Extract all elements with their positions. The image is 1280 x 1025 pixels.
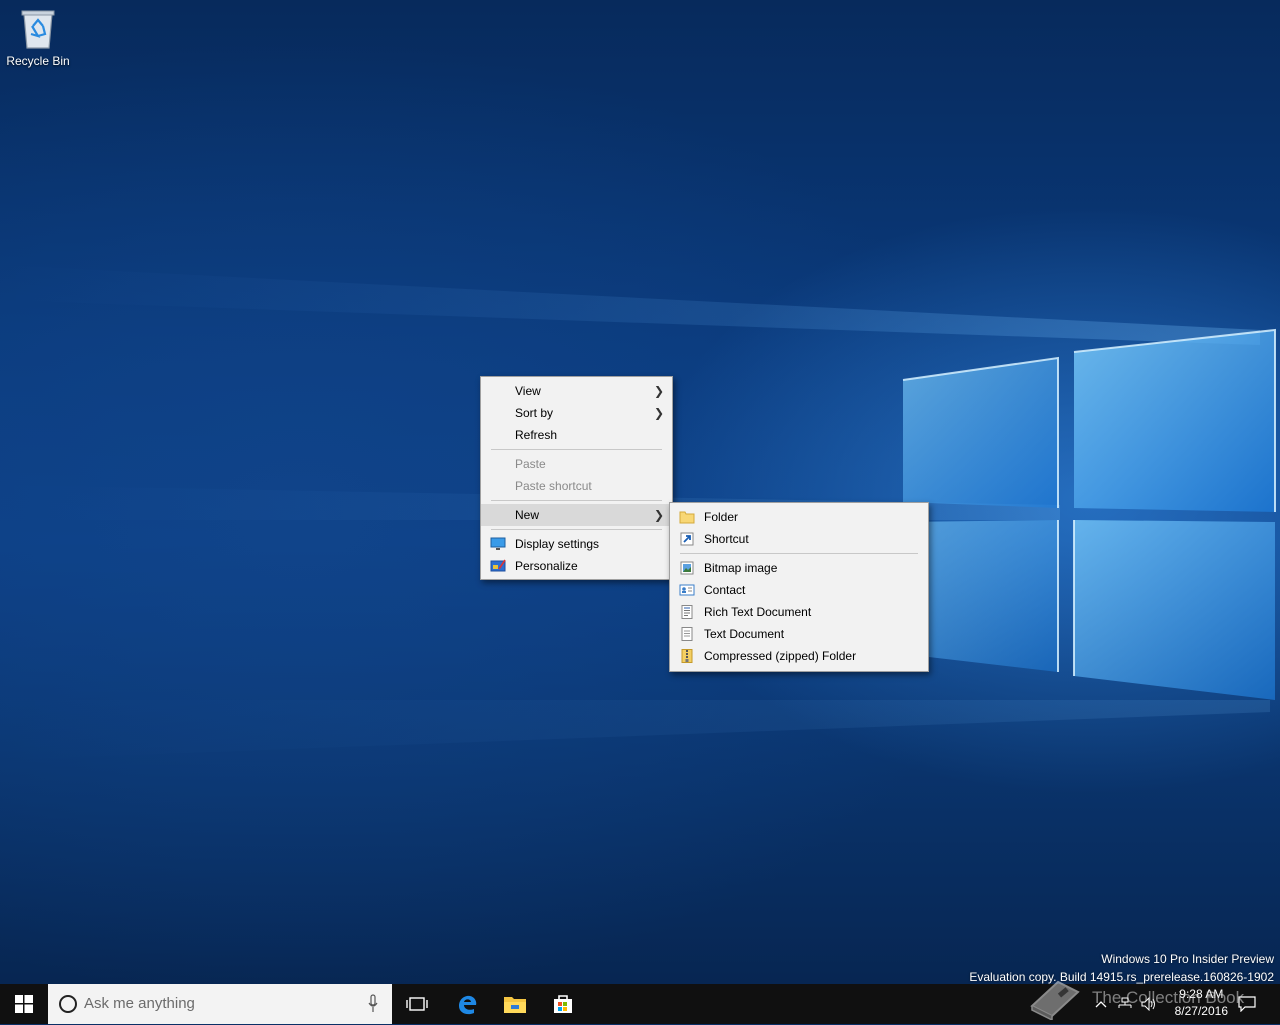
menu-item-label: Shortcut bbox=[704, 532, 749, 546]
zip-folder-icon bbox=[681, 649, 693, 663]
new-submenu: Folder Shortcut Bitmap image Contact Ric… bbox=[669, 502, 929, 672]
menu-separator bbox=[491, 449, 662, 450]
chevron-right-icon: ❯ bbox=[653, 406, 664, 420]
rich-text-icon bbox=[681, 605, 693, 619]
bitmap-icon bbox=[680, 561, 694, 575]
menu-separator bbox=[491, 529, 662, 530]
menu-item-new-contact[interactable]: Contact bbox=[670, 579, 928, 601]
book-icon bbox=[1030, 980, 1080, 1022]
menu-item-label: Rich Text Document bbox=[704, 605, 812, 619]
file-explorer-icon bbox=[504, 997, 526, 1013]
menu-item-label: Folder bbox=[704, 510, 739, 524]
menu-separator bbox=[491, 500, 662, 501]
recycle-bin-shortcut[interactable]: Recycle Bin bbox=[2, 6, 74, 68]
shortcut-icon bbox=[680, 532, 694, 546]
menu-item-paste: Paste bbox=[481, 453, 672, 475]
chevron-right-icon: ❯ bbox=[653, 508, 664, 522]
menu-item-label: Personalize bbox=[515, 559, 578, 573]
menu-item-new[interactable]: New ❯ bbox=[481, 504, 672, 526]
menu-item-refresh[interactable]: Refresh bbox=[481, 424, 672, 446]
menu-item-new-text-document[interactable]: Text Document bbox=[670, 623, 928, 645]
desktop-background[interactable]: Recycle Bin View ❯ Sort by ❯ Refresh Pas… bbox=[0, 0, 1280, 984]
store-taskbar-button[interactable] bbox=[540, 984, 586, 1024]
cortana-icon bbox=[59, 995, 77, 1013]
menu-item-new-bitmap[interactable]: Bitmap image bbox=[670, 557, 928, 579]
desktop-context-menu: View ❯ Sort by ❯ Refresh Paste Paste sho… bbox=[480, 376, 673, 580]
menu-item-label: Text Document bbox=[704, 627, 785, 641]
menu-item-label: Sort by bbox=[515, 406, 554, 420]
recycle-bin-label: Recycle Bin bbox=[6, 54, 70, 68]
menu-item-label: Compressed (zipped) Folder bbox=[704, 649, 857, 663]
menu-item-paste-shortcut: Paste shortcut bbox=[481, 475, 672, 497]
menu-item-label: Paste bbox=[515, 457, 546, 471]
menu-item-label: Contact bbox=[704, 583, 746, 597]
task-view-icon bbox=[406, 997, 428, 1011]
menu-item-label: Paste shortcut bbox=[515, 479, 592, 493]
store-bag-icon bbox=[554, 995, 572, 1013]
menu-item-new-zip-folder[interactable]: Compressed (zipped) Folder bbox=[670, 645, 928, 667]
menu-item-sort-by[interactable]: Sort by ❯ bbox=[481, 402, 672, 424]
menu-item-new-shortcut[interactable]: Shortcut bbox=[670, 528, 928, 550]
menu-item-new-folder[interactable]: Folder bbox=[670, 506, 928, 528]
menu-separator bbox=[680, 553, 918, 554]
menu-item-label: Display settings bbox=[515, 537, 600, 551]
menu-item-personalize[interactable]: Personalize bbox=[481, 555, 672, 577]
folder-icon bbox=[679, 511, 695, 524]
windows-logo-icon bbox=[15, 995, 33, 1013]
menu-item-display-settings[interactable]: Display settings bbox=[481, 533, 672, 555]
menu-item-view[interactable]: View ❯ bbox=[481, 380, 672, 402]
edge-taskbar-button[interactable] bbox=[444, 984, 490, 1024]
task-view-button[interactable] bbox=[394, 984, 440, 1024]
menu-item-label: Bitmap image bbox=[704, 561, 778, 575]
contact-icon bbox=[679, 584, 695, 596]
watermark-edition: Windows 10 Pro Insider Preview bbox=[1101, 952, 1274, 966]
personalize-icon bbox=[490, 559, 506, 572]
edge-browser-icon bbox=[459, 995, 477, 1015]
start-button[interactable] bbox=[0, 984, 48, 1024]
menu-item-label: Refresh bbox=[515, 428, 558, 442]
collection-book-overlay: The Collection Book bbox=[1028, 976, 1256, 1022]
display-settings-icon bbox=[490, 537, 506, 550]
menu-item-new-rich-text[interactable]: Rich Text Document bbox=[670, 601, 928, 623]
menu-item-label: New bbox=[515, 508, 540, 522]
recycle-bin-icon bbox=[21, 10, 55, 49]
microphone-icon[interactable] bbox=[368, 994, 378, 1014]
chevron-right-icon: ❯ bbox=[653, 384, 664, 398]
text-document-icon bbox=[681, 627, 693, 641]
menu-item-label: View bbox=[515, 384, 541, 398]
cortana-search-box[interactable]: Ask me anything bbox=[48, 984, 392, 1024]
overlay-text: The Collection Book bbox=[1092, 988, 1245, 1007]
file-explorer-taskbar-button[interactable] bbox=[492, 984, 538, 1024]
search-placeholder: Ask me anything bbox=[84, 995, 195, 1012]
